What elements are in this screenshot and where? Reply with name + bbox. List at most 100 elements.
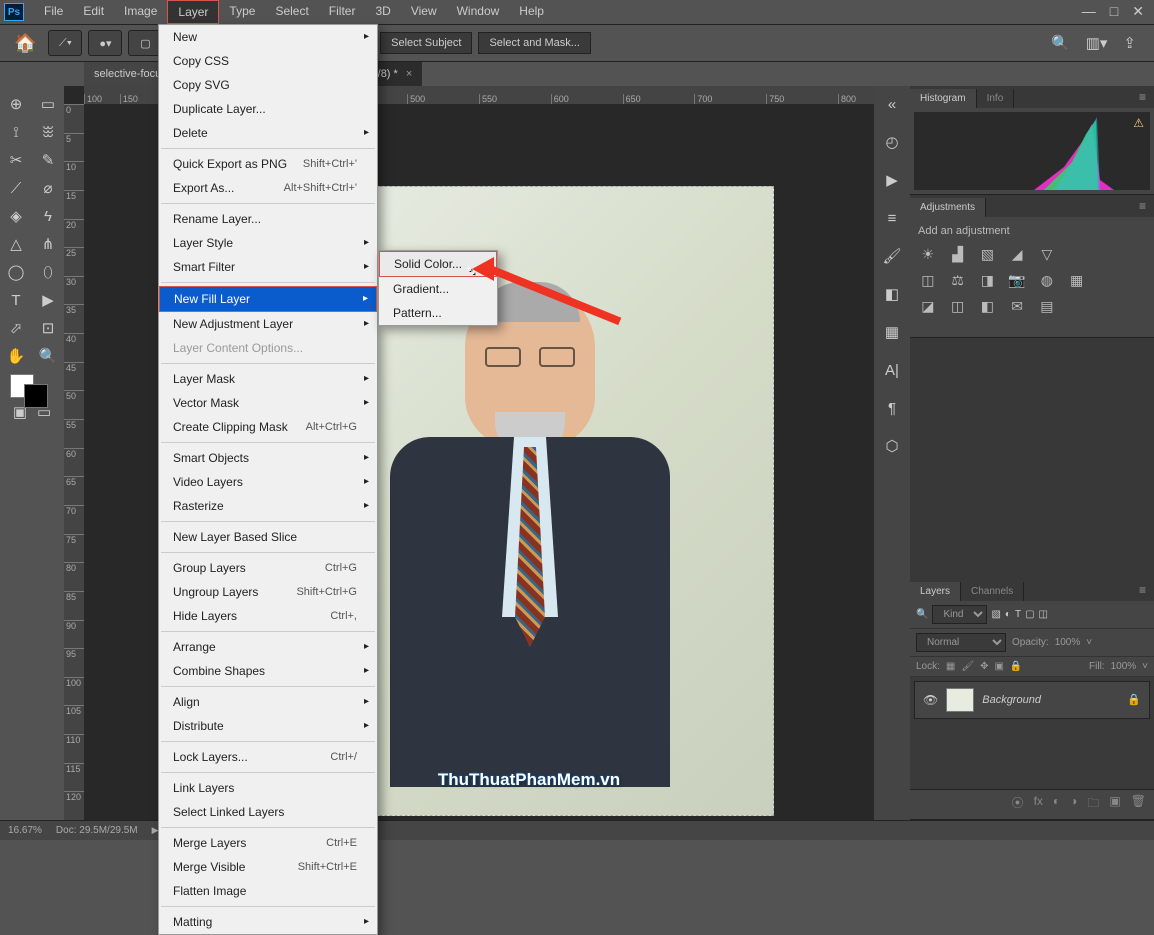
- dock-collapse-icon[interactable]: «: [880, 92, 904, 116]
- filter-shape-icon[interactable]: ▢: [1025, 609, 1034, 620]
- adj-mixer-icon[interactable]: ◍: [1037, 271, 1057, 289]
- tool-3-1[interactable]: ⌀: [32, 174, 64, 202]
- lines-icon[interactable]: ≡: [880, 206, 904, 230]
- adj-photo-icon[interactable]: 📷: [1007, 271, 1027, 289]
- menu-item-flatten-image[interactable]: Flatten Image: [159, 879, 377, 903]
- tool-2-0[interactable]: ✂: [0, 146, 32, 174]
- lock-pixel-icon[interactable]: 🖌: [961, 661, 974, 672]
- menu-item-ungroup-layers[interactable]: Ungroup LayersShift+Ctrl+G: [159, 580, 377, 604]
- menu-select[interactable]: Select: [265, 0, 318, 24]
- menu-item-align[interactable]: Align: [159, 690, 377, 714]
- submenu-item-pattern-[interactable]: Pattern...: [379, 301, 497, 325]
- panel-menu-icon[interactable]: ≡: [1131, 86, 1154, 108]
- submenu-item-solid-color-[interactable]: Solid Color...: [379, 251, 497, 277]
- paragraph-icon[interactable]: ¶: [880, 396, 904, 420]
- new-fill-icon[interactable]: ◑: [1070, 794, 1077, 815]
- adj-brightness-icon[interactable]: ☀: [918, 245, 938, 263]
- menu-item-merge-layers[interactable]: Merge LayersCtrl+E: [159, 831, 377, 855]
- tab-layers[interactable]: Layers: [910, 582, 961, 601]
- search-icon[interactable]: 🔍: [1051, 34, 1070, 52]
- workspace-icon[interactable]: ▥▾: [1086, 34, 1108, 52]
- adj-invert-icon[interactable]: ◪: [918, 297, 938, 315]
- lock-pos-icon[interactable]: ✥: [980, 661, 988, 672]
- adj-balance-icon[interactable]: ⚖: [948, 271, 968, 289]
- swatches-icon[interactable]: ▦: [880, 320, 904, 344]
- new-fill-layer-submenu[interactable]: Solid Color...Gradient...Pattern...: [378, 250, 498, 326]
- tool-5-1[interactable]: ⋔: [32, 230, 64, 258]
- filter-type-icon[interactable]: T: [1015, 609, 1021, 620]
- brush-size-picker[interactable]: ●▾: [88, 30, 122, 56]
- tool-4-1[interactable]: ϟ: [32, 202, 64, 230]
- tab-close-icon[interactable]: ×: [406, 68, 412, 80]
- menu-item-vector-mask[interactable]: Vector Mask: [159, 391, 377, 415]
- visibility-icon[interactable]: 👁: [923, 693, 938, 707]
- menu-item-export-as-[interactable]: Export As...Alt+Shift+Ctrl+': [159, 176, 377, 200]
- filter-adjust-icon[interactable]: ◐: [1005, 609, 1011, 620]
- menu-help[interactable]: Help: [509, 0, 554, 24]
- tool-4-0[interactable]: ◈: [0, 202, 32, 230]
- adj-selective-icon[interactable]: ▤: [1037, 297, 1057, 315]
- menu-item-video-layers[interactable]: Video Layers: [159, 470, 377, 494]
- tool-7-1[interactable]: ▶: [32, 286, 64, 314]
- fill-value[interactable]: 100%: [1111, 661, 1137, 672]
- menu-item-smart-objects[interactable]: Smart Objects: [159, 446, 377, 470]
- submenu-item-gradient-[interactable]: Gradient...: [379, 277, 497, 301]
- tool-0-0[interactable]: ⊕: [0, 90, 32, 118]
- adj-vibrance-icon[interactable]: ▽: [1037, 245, 1057, 263]
- menu-item-new[interactable]: New: [159, 25, 377, 49]
- lock-trans-icon[interactable]: ▦: [946, 661, 955, 672]
- menu-item-lock-layers-[interactable]: Lock Layers...Ctrl+/: [159, 745, 377, 769]
- menu-item-copy-svg[interactable]: Copy SVG: [159, 73, 377, 97]
- menu-item-duplicate-layer-[interactable]: Duplicate Layer...: [159, 97, 377, 121]
- close-icon[interactable]: ✕: [1132, 3, 1144, 20]
- menu-item-copy-css[interactable]: Copy CSS: [159, 49, 377, 73]
- character-icon[interactable]: A|: [880, 358, 904, 382]
- tab-histogram[interactable]: Histogram: [910, 89, 977, 108]
- select-subject-button[interactable]: Select Subject: [380, 32, 472, 54]
- filter-smart-icon[interactable]: ◫: [1039, 609, 1048, 620]
- cube-icon[interactable]: ⬡: [880, 434, 904, 458]
- menu-item-distribute[interactable]: Distribute: [159, 714, 377, 738]
- delete-layer-icon[interactable]: 🗑: [1131, 794, 1146, 815]
- color-swatch[interactable]: [0, 370, 64, 410]
- tool-0-1[interactable]: ▭: [32, 90, 64, 118]
- lock-all-icon[interactable]: 🔒: [1010, 661, 1022, 672]
- menu-item-hide-layers[interactable]: Hide LayersCtrl+,: [159, 604, 377, 628]
- menu-file[interactable]: File: [34, 0, 73, 24]
- tool-1-0[interactable]: ⟟: [0, 118, 32, 146]
- tab-adjustments[interactable]: Adjustments: [910, 198, 986, 217]
- menu-item-matting[interactable]: Matting: [159, 910, 377, 934]
- home-icon[interactable]: 🏠: [8, 33, 42, 54]
- menu-item-quick-export-as-png[interactable]: Quick Export as PNGShift+Ctrl+': [159, 152, 377, 176]
- opacity-value[interactable]: 100%: [1055, 637, 1081, 648]
- layer-row[interactable]: 👁 Background 🔒: [914, 681, 1150, 719]
- share-icon[interactable]: ⇪: [1123, 34, 1136, 52]
- lock-artboard-icon[interactable]: ▣: [994, 661, 1003, 672]
- adj-threshold-icon[interactable]: ◧: [978, 297, 998, 315]
- layer-thumbnail[interactable]: [946, 688, 974, 712]
- menu-layer[interactable]: Layer: [167, 0, 219, 24]
- tab-channels[interactable]: Channels: [961, 582, 1024, 601]
- adj-hue-icon[interactable]: ◫: [918, 271, 938, 289]
- minimize-icon[interactable]: —: [1082, 3, 1096, 20]
- tool-6-1[interactable]: ⬯: [32, 258, 64, 286]
- menu-item-layer-style[interactable]: Layer Style: [159, 231, 377, 255]
- maximize-icon[interactable]: □: [1110, 3, 1118, 20]
- blend-mode-select[interactable]: Normal: [916, 633, 1006, 652]
- select-and-mask-button[interactable]: Select and Mask...: [478, 32, 591, 54]
- new-group-icon[interactable]: 🗀: [1087, 794, 1099, 815]
- tool-9-0[interactable]: ✋: [0, 342, 32, 370]
- layer-name[interactable]: Background: [982, 694, 1041, 706]
- doc-size[interactable]: Doc: 29.5M/29.5M: [56, 825, 138, 836]
- menu-item-layer-mask[interactable]: Layer Mask: [159, 367, 377, 391]
- brush-icon[interactable]: 🖌: [880, 244, 904, 268]
- panel-menu-icon[interactable]: ≡: [1131, 579, 1154, 601]
- new-layer-icon[interactable]: ▣: [1109, 794, 1120, 815]
- menu-item-arrange[interactable]: Arrange: [159, 635, 377, 659]
- menu-item-rasterize[interactable]: Rasterize: [159, 494, 377, 518]
- layer-menu-dropdown[interactable]: NewCopy CSSCopy SVGDuplicate Layer...Del…: [158, 24, 378, 935]
- menu-item-delete[interactable]: Delete: [159, 121, 377, 145]
- layer-mask-icon[interactable]: ◐: [1053, 794, 1060, 815]
- menu-type[interactable]: Type: [219, 0, 265, 24]
- adj-bw-icon[interactable]: ◨: [978, 271, 998, 289]
